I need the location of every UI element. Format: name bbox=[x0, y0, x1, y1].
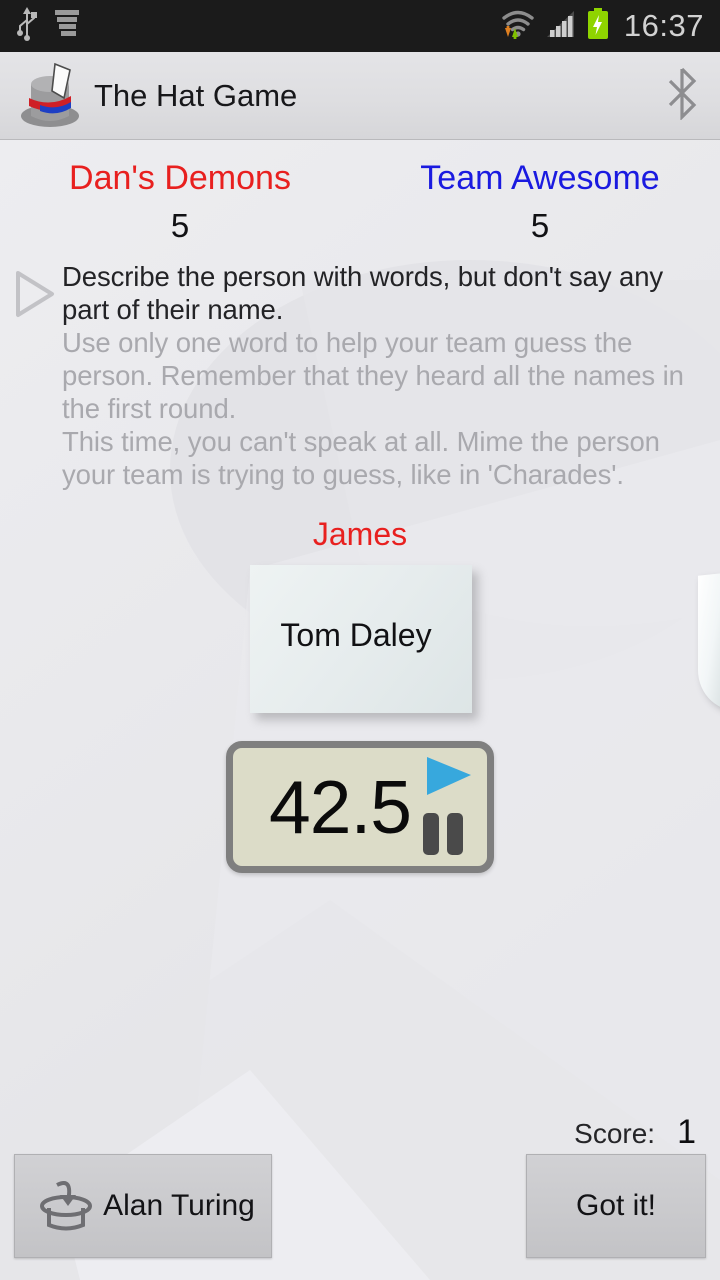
notifications-stack-icon bbox=[54, 8, 80, 45]
instruction-round-2: Use only one word to help your team gues… bbox=[62, 327, 684, 424]
wifi-icon bbox=[500, 8, 536, 45]
timer-wrapper: 42.5 bbox=[0, 741, 720, 873]
score-display: Score: 1 bbox=[574, 1113, 696, 1152]
word-card-wrapper: Tom Daley bbox=[0, 565, 720, 725]
status-bar-right-icons: 16:37 bbox=[500, 7, 704, 45]
status-bar-clock: 16:37 bbox=[623, 8, 704, 43]
word-card-curl bbox=[698, 570, 720, 716]
pass-to-hat-button[interactable]: Alan Turing bbox=[14, 1154, 272, 1258]
status-bar: 16:37 bbox=[0, 0, 720, 52]
instruction-active: Describe the person with words, but don'… bbox=[62, 261, 664, 325]
word-card[interactable]: Tom Daley bbox=[250, 565, 472, 713]
pause-icon[interactable] bbox=[423, 813, 463, 855]
status-bar-left-icons bbox=[16, 6, 80, 47]
usb-icon bbox=[16, 6, 38, 47]
word-card-text: Tom Daley bbox=[280, 617, 432, 653]
team-scoreboard: Dan's Demons 5 Team Awesome 5 bbox=[0, 140, 720, 252]
team-name-2: Team Awesome bbox=[420, 159, 660, 197]
timer-value: 42.5 bbox=[269, 765, 412, 849]
current-player-name: James bbox=[312, 516, 408, 552]
instructions-panel: Describe the person with words, but don'… bbox=[0, 260, 720, 491]
score-value: 1 bbox=[677, 1113, 696, 1151]
cellular-signal-icon bbox=[545, 8, 577, 45]
app-title: The Hat Game bbox=[94, 77, 298, 113]
bottom-action-bar: Alan Turing Got it! bbox=[0, 1154, 720, 1258]
instruction-round-3: This time, you can't speak at all. Mime … bbox=[62, 426, 660, 490]
bluetooth-icon[interactable] bbox=[662, 66, 702, 125]
game-screen: Dan's Demons 5 Team Awesome 5 Describe t… bbox=[0, 140, 720, 1280]
hat-return-icon bbox=[35, 1173, 97, 1240]
score-label: Score: bbox=[574, 1118, 656, 1149]
team-name-1: Dan's Demons bbox=[69, 159, 291, 197]
battery-charging-icon bbox=[586, 7, 610, 45]
team-score-1: 5 bbox=[170, 207, 190, 244]
team-score-2: 5 bbox=[530, 207, 550, 244]
app-bar: The Hat Game bbox=[0, 52, 720, 140]
team-panel-1[interactable]: Dan's Demons 5 bbox=[0, 156, 360, 252]
timer-controls bbox=[417, 753, 483, 861]
got-it-button[interactable]: Got it! bbox=[526, 1154, 706, 1258]
timer-widget[interactable]: 42.5 bbox=[226, 741, 494, 873]
team-panel-2[interactable]: Team Awesome 5 bbox=[360, 156, 720, 252]
top-hat-logo-icon bbox=[16, 60, 86, 132]
got-it-label: Got it! bbox=[575, 1189, 657, 1222]
play-triangle-outline-icon bbox=[10, 268, 58, 320]
pass-to-hat-label: Alan Turing bbox=[103, 1189, 255, 1222]
